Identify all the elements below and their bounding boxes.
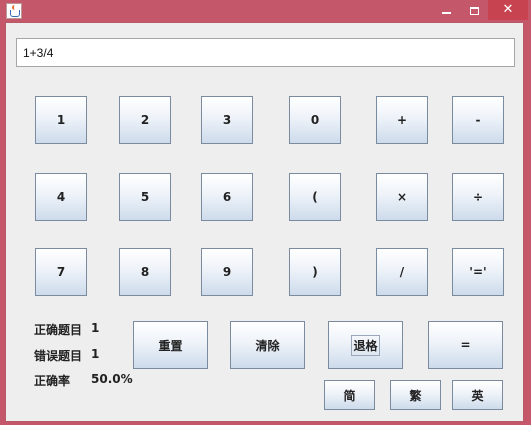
key-0-button[interactable]: 0: [289, 96, 341, 144]
key-2-button[interactable]: 2: [119, 96, 171, 144]
accuracy-label: 正确率: [34, 374, 71, 388]
correct-count-label: 正确题目: [34, 323, 83, 337]
reset-button[interactable]: 重置: [133, 321, 208, 369]
wrong-count-label: 错误题目: [34, 349, 83, 363]
accuracy-value: 50.0%: [91, 372, 133, 386]
app-window: ✕ 1 2 3 0 + - 4 5 6 ( × ÷ 7 8 9 ) / '=' …: [0, 0, 531, 425]
key-8-button[interactable]: 8: [119, 248, 171, 296]
multiply-button[interactable]: ×: [376, 173, 428, 221]
open-paren-button[interactable]: (: [289, 173, 341, 221]
quoted-equals-button[interactable]: '=': [452, 248, 504, 296]
java-app-icon: [6, 3, 22, 19]
key-9-button[interactable]: 9: [201, 248, 253, 296]
backspace-button[interactable]: 退格: [328, 321, 403, 369]
traditional-chinese-button[interactable]: 繁: [390, 380, 441, 410]
close-paren-button[interactable]: ): [289, 248, 341, 296]
correct-count-value: 1: [91, 321, 100, 335]
maximize-icon: [469, 6, 479, 15]
expression-input[interactable]: [16, 38, 515, 67]
slash-button[interactable]: /: [376, 248, 428, 296]
key-7-button[interactable]: 7: [35, 248, 87, 296]
minus-button[interactable]: -: [452, 96, 504, 144]
minimize-button[interactable]: [432, 0, 460, 20]
key-5-button[interactable]: 5: [119, 173, 171, 221]
wrong-count-value: 1: [91, 347, 100, 361]
clear-button[interactable]: 清除: [230, 321, 305, 369]
close-button[interactable]: ✕: [488, 0, 528, 20]
equals-button[interactable]: =: [428, 321, 503, 369]
divide-button[interactable]: ÷: [452, 173, 504, 221]
maximize-button[interactable]: [460, 0, 488, 20]
minimize-icon: [441, 11, 451, 14]
plus-button[interactable]: +: [376, 96, 428, 144]
key-3-button[interactable]: 3: [201, 96, 253, 144]
english-button[interactable]: 英: [452, 380, 503, 410]
simplified-chinese-button[interactable]: 简: [324, 380, 375, 410]
key-1-button[interactable]: 1: [35, 96, 87, 144]
key-6-button[interactable]: 6: [201, 173, 253, 221]
key-4-button[interactable]: 4: [35, 173, 87, 221]
title-bar[interactable]: ✕: [0, 0, 531, 22]
